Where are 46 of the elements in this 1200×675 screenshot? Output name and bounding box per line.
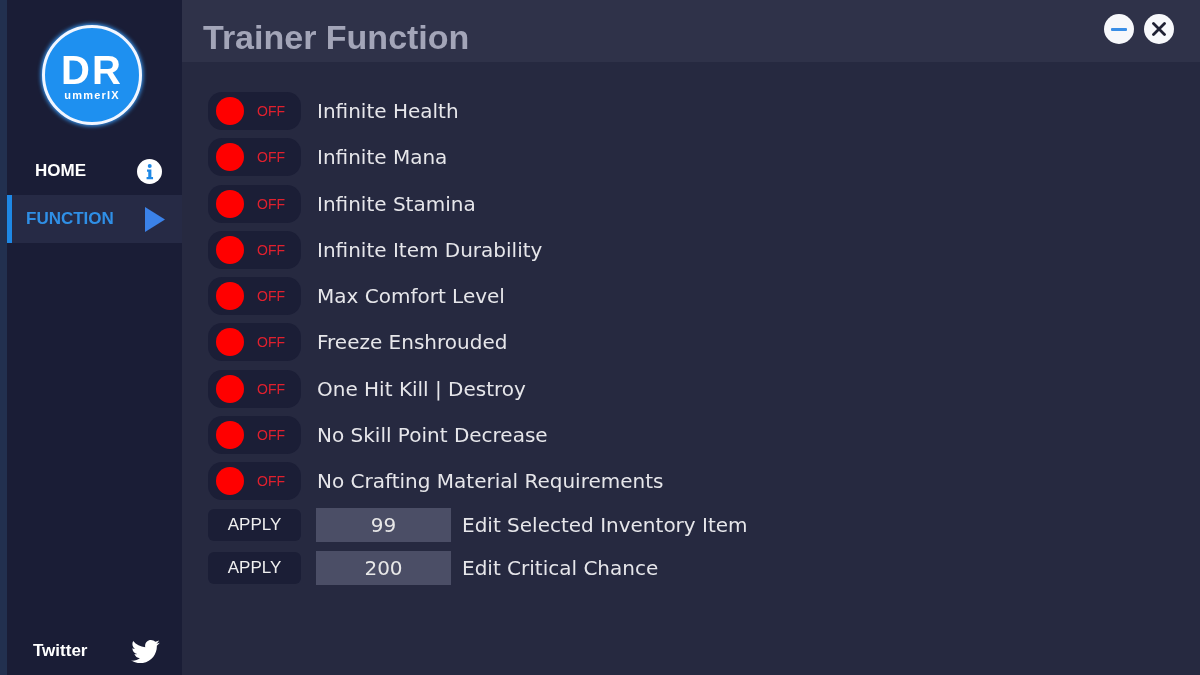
logo-tagline: ummerIX — [64, 89, 120, 102]
logo-initials: DR — [61, 52, 123, 88]
toggle-switch[interactable]: OFF — [208, 184, 301, 223]
social-link[interactable]: Twitter — [7, 631, 182, 671]
option-label: Freeze Enshrouded — [317, 330, 508, 355]
toggle-switch[interactable]: OFF — [208, 277, 301, 315]
knob-icon — [216, 374, 244, 403]
option-label: One Hit Kill | Destroy — [317, 376, 526, 401]
option-label: No Skill Point Decrease — [317, 422, 548, 447]
toggle-switch[interactable]: OFF — [208, 138, 301, 177]
play-icon — [145, 206, 165, 232]
value-input[interactable]: 99 — [316, 508, 451, 543]
knob-icon — [216, 328, 244, 357]
knob-icon — [216, 467, 244, 495]
option-label: Edit Critical Chance — [462, 555, 659, 580]
nav-item[interactable]: HOME — [7, 147, 182, 195]
knob-icon — [216, 97, 244, 125]
page-title: Trainer Function — [203, 17, 470, 57]
toggle-switch[interactable]: OFF — [208, 230, 301, 269]
option-label: Max Comfort Level — [317, 284, 505, 308]
knob-icon — [216, 235, 244, 264]
toggle-switch[interactable]: OFF — [208, 92, 301, 130]
bird-icon — [131, 639, 160, 663]
apply-button[interactable]: APPLY — [208, 509, 301, 542]
toggle-switch[interactable]: OFF — [208, 462, 301, 500]
toggle-switch[interactable]: OFF — [208, 415, 301, 454]
toggle-switch[interactable]: OFF — [208, 369, 301, 408]
option-label: Infinite Mana — [317, 145, 448, 170]
apply-button[interactable]: APPLY — [208, 551, 301, 584]
option-label: Infinite Health — [317, 99, 459, 123]
option-label: Edit Selected Inventory Item — [462, 513, 748, 538]
nav-item[interactable]: FUNCTION — [7, 195, 182, 243]
option-label: No Crafting Material Requirements — [317, 469, 664, 493]
knob-icon — [216, 420, 244, 449]
option-label: Infinite Item Durability — [317, 237, 543, 262]
minimize-button[interactable] — [1104, 14, 1134, 44]
toggle-switch[interactable]: OFF — [208, 323, 301, 362]
knob-icon — [216, 282, 244, 310]
close-icon — [1152, 22, 1166, 36]
knob-icon — [216, 189, 244, 218]
knob-icon — [216, 143, 244, 172]
close-button[interactable] — [1144, 14, 1174, 44]
option-label: Infinite Stamina — [317, 191, 476, 216]
info-icon — [137, 158, 162, 184]
value-input[interactable]: 200 — [316, 550, 451, 585]
minimize-icon — [1111, 27, 1127, 31]
